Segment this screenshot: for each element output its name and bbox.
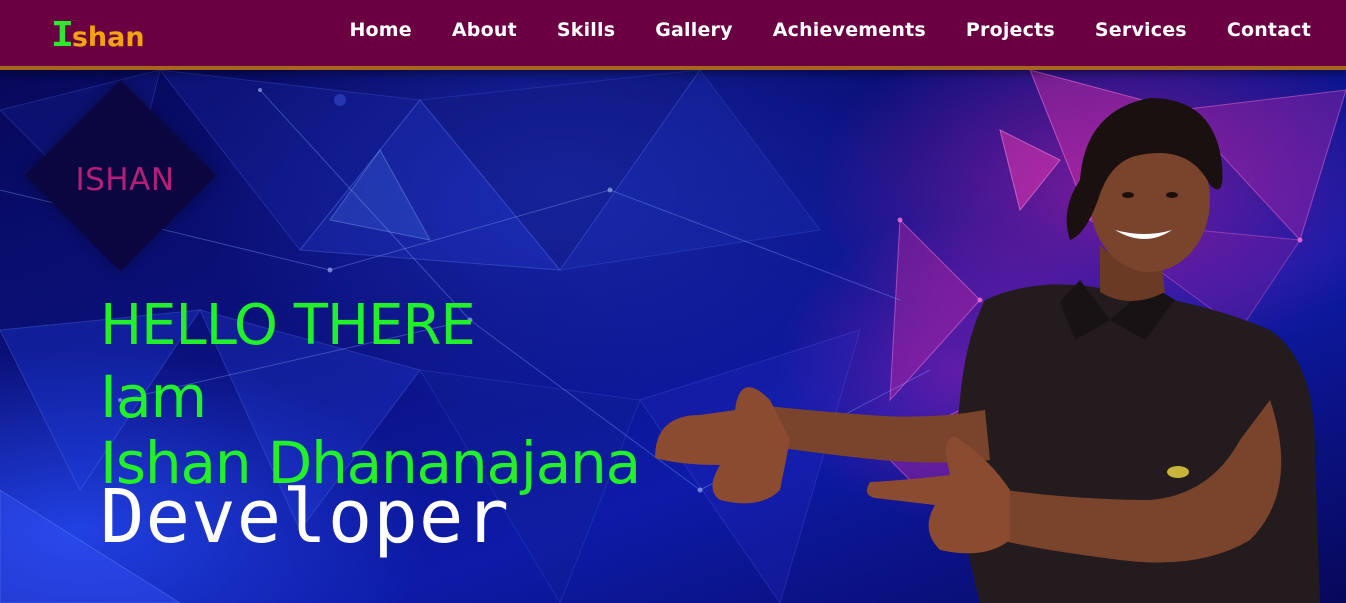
nav-home[interactable]: Home: [349, 20, 411, 40]
logo-rest: shan: [71, 22, 145, 53]
name-badge-text: ISHAN: [75, 162, 175, 198]
hero-role: Developer: [100, 474, 510, 560]
nav-gallery[interactable]: Gallery: [655, 20, 732, 40]
nav-skills[interactable]: Skills: [557, 20, 615, 40]
hero-iam: Iam: [100, 363, 207, 431]
nav-achievements[interactable]: Achievements: [773, 20, 926, 40]
logo-initial: I: [51, 15, 74, 58]
hero-greeting: HELLO THERE: [100, 293, 476, 358]
main-nav: Home About Skills Gallery Achievements P…: [349, 0, 1311, 70]
profile-photo: [655, 98, 1320, 603]
nav-services[interactable]: Services: [1095, 20, 1187, 40]
nav-contact[interactable]: Contact: [1227, 20, 1311, 40]
nav-projects[interactable]: Projects: [966, 20, 1055, 40]
page: Ishan Home About Skills Gallery Achievem…: [0, 0, 1346, 603]
navbar: Ishan Home About Skills Gallery Achievem…: [0, 0, 1346, 70]
nav-about[interactable]: About: [452, 20, 517, 40]
hero-section: ISHAN HELLO THERE Iam Ishan Dhananajana …: [0, 70, 1346, 603]
site-logo[interactable]: Ishan: [51, 18, 145, 56]
